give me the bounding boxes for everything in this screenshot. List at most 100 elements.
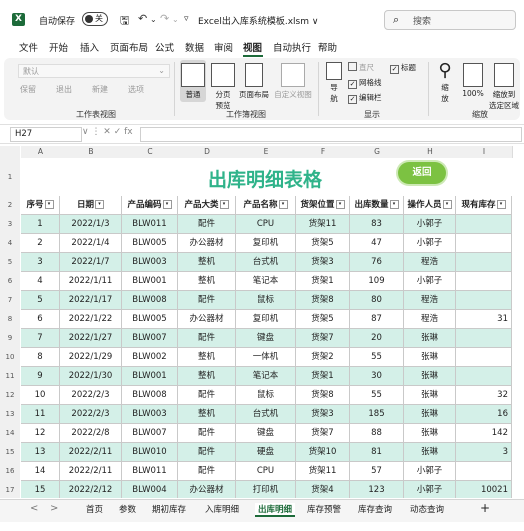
table-cell[interactable]: 配件 (178, 215, 236, 234)
formula-input[interactable] (140, 127, 522, 142)
table-cell[interactable]: 整机 (178, 367, 236, 386)
zoom-button[interactable]: ⚲ 缩 放 (434, 60, 456, 103)
row-header[interactable]: 1 (0, 158, 20, 196)
page-layout-view-button[interactable]: 页面布局 (238, 60, 270, 102)
table-header-cell[interactable]: 货架位置 ▾ (296, 196, 350, 215)
table-cell[interactable]: 2022/1/27 (60, 329, 122, 348)
table-cell[interactable]: 张琳 (404, 329, 456, 348)
table-cell[interactable]: 185 (350, 405, 404, 424)
table-cell[interactable]: 货架2 (296, 348, 350, 367)
column-header-i[interactable]: I (456, 146, 513, 158)
table-cell[interactable]: 张琳 (404, 348, 456, 367)
tab-review[interactable]: 审阅 (214, 40, 233, 54)
custom-view-button[interactable]: 自定义视图 (272, 60, 314, 102)
table-cell[interactable]: 2022/2/12 (60, 481, 122, 498)
back-button[interactable]: 返回 (398, 162, 446, 184)
table-cell[interactable] (456, 234, 512, 253)
tab-data[interactable]: 数据 (185, 40, 204, 54)
headings-checkbox[interactable]: ✓ 标题 (390, 62, 416, 74)
column-header-h[interactable]: H (404, 146, 457, 158)
table-cell[interactable]: 办公器材 (178, 310, 236, 329)
formula-bar-icons[interactable]: ∨ ⋮ ✕ ✓ fx (82, 127, 133, 137)
table-cell[interactable]: 1 (21, 215, 60, 234)
column-header-a[interactable]: A (21, 146, 61, 158)
table-cell[interactable]: 4 (21, 272, 60, 291)
sheet-tab-opening-stock[interactable]: 期初库存 (152, 503, 186, 515)
table-cell[interactable]: 76 (350, 253, 404, 272)
table-header-cell[interactable]: 产品编码 ▾ (122, 196, 178, 215)
column-header-e[interactable]: E (236, 146, 297, 158)
table-cell[interactable]: 办公器材 (178, 481, 236, 498)
filter-dropdown-icon[interactable]: ▾ (219, 200, 229, 209)
table-cell[interactable]: BLW003 (122, 405, 178, 424)
table-cell[interactable]: 张琳 (404, 367, 456, 386)
table-cell[interactable]: 硬盘 (236, 443, 296, 462)
column-header-f[interactable]: F (296, 146, 351, 158)
tab-file[interactable]: 文件 (19, 40, 38, 54)
table-cell[interactable]: 一体机 (236, 348, 296, 367)
tab-insert[interactable]: 插入 (80, 40, 99, 54)
table-cell[interactable]: 打印机 (236, 481, 296, 498)
table-cell[interactable]: 办公器材 (178, 234, 236, 253)
row-header[interactable]: 9 (0, 329, 20, 348)
filter-dropdown-icon[interactable]: ▾ (496, 200, 506, 209)
sheet-tab-home[interactable]: 首页 (86, 503, 103, 515)
table-cell[interactable] (456, 462, 512, 481)
table-cell[interactable]: 30 (350, 367, 404, 386)
table-header-cell[interactable]: 序号 ▾ (21, 196, 60, 215)
table-cell[interactable]: BLW008 (122, 291, 178, 310)
table-header-cell[interactable]: 操作人员 ▾ (404, 196, 456, 215)
table-cell[interactable]: 2022/1/7 (60, 253, 122, 272)
table-cell[interactable]: 货架7 (296, 329, 350, 348)
table-cell[interactable]: 小郭子 (404, 481, 456, 498)
table-cell[interactable]: 20 (350, 329, 404, 348)
column-header-c[interactable]: C (122, 146, 179, 158)
row-header[interactable]: 14 (0, 424, 20, 443)
table-cell[interactable]: 小郭子 (404, 215, 456, 234)
table-cell[interactable]: 配件 (178, 424, 236, 443)
table-cell[interactable]: 16 (456, 405, 512, 424)
table-cell[interactable]: 小郭子 (404, 272, 456, 291)
table-cell[interactable]: 81 (350, 443, 404, 462)
row-header[interactable]: 8 (0, 310, 20, 329)
table-cell[interactable]: 笔记本 (236, 367, 296, 386)
table-header-cell[interactable]: 日期 ▾ (60, 196, 122, 215)
table-cell[interactable] (456, 329, 512, 348)
keep-button[interactable]: 保留 (20, 84, 36, 95)
table-cell[interactable]: 配件 (178, 462, 236, 481)
table-cell[interactable]: 142 (456, 424, 512, 443)
table-cell[interactable]: 123 (350, 481, 404, 498)
filter-dropdown-icon[interactable]: ▾ (389, 200, 399, 209)
table-cell[interactable]: BLW007 (122, 424, 178, 443)
worksheet-grid[interactable]: ABCDEFGHI 123456789101112131415161718 出库… (0, 146, 524, 498)
table-cell[interactable]: 55 (350, 386, 404, 405)
undo-dropdown-icon[interactable]: ⌄ (150, 15, 157, 24)
table-header-cell[interactable]: 出库数量 ▾ (350, 196, 404, 215)
table-cell[interactable]: 14 (21, 462, 60, 481)
table-cell[interactable]: 2 (21, 234, 60, 253)
table-cell[interactable]: BLW005 (122, 310, 178, 329)
filter-dropdown-icon[interactable]: ▾ (442, 200, 452, 209)
row-header[interactable]: 5 (0, 253, 20, 272)
table-cell[interactable]: 货架5 (296, 310, 350, 329)
table-cell[interactable]: 2022/1/3 (60, 215, 122, 234)
table-cell[interactable]: 笔记本 (236, 272, 296, 291)
table-cell[interactable]: 配件 (178, 329, 236, 348)
filter-dropdown-icon[interactable]: ▾ (335, 200, 345, 209)
sheet-tab-inbound[interactable]: 入库明细 (205, 503, 239, 515)
tab-scroll-left-icon[interactable]: < (30, 503, 38, 514)
normal-view-button[interactable]: 普通 (180, 60, 206, 102)
table-cell[interactable] (456, 367, 512, 386)
table-cell[interactable]: 15 (21, 481, 60, 498)
table-cell[interactable] (456, 291, 512, 310)
table-cell[interactable]: 2022/1/11 (60, 272, 122, 291)
table-cell[interactable]: BLW003 (122, 253, 178, 272)
table-cell[interactable]: 台式机 (236, 253, 296, 272)
table-cell[interactable]: 88 (350, 424, 404, 443)
table-cell[interactable]: 11 (21, 405, 60, 424)
row-header[interactable]: 13 (0, 405, 20, 424)
table-cell[interactable]: 货架3 (296, 253, 350, 272)
column-header-g[interactable]: G (350, 146, 405, 158)
table-cell[interactable]: BLW010 (122, 443, 178, 462)
table-cell[interactable]: 整机 (178, 405, 236, 424)
